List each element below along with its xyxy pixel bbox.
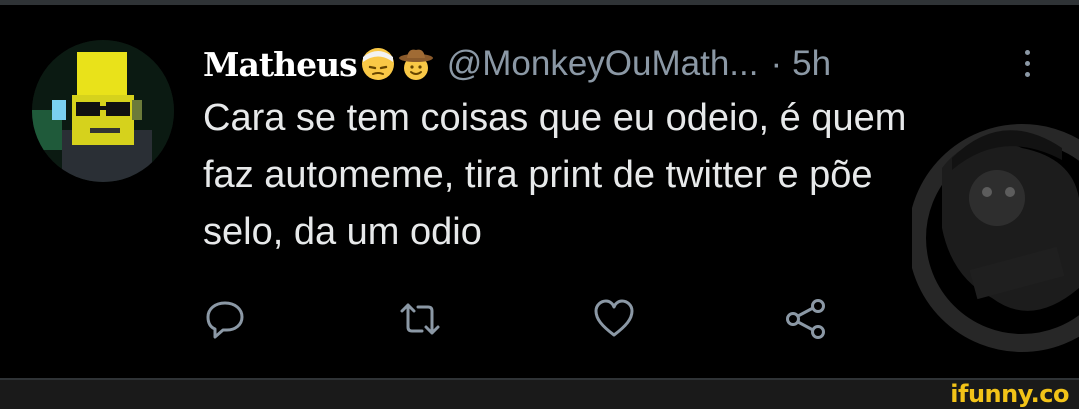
heart-icon	[594, 299, 634, 337]
separator-dot: ·	[770, 44, 783, 83]
reply-icon	[206, 301, 244, 339]
face-with-head-bandage-emoji	[361, 47, 395, 81]
avatar-image	[32, 40, 174, 182]
footer-divider	[0, 378, 1079, 380]
share-button[interactable]	[782, 297, 830, 345]
tweet-header: Matheus @MonkeyOuMath... · 5h	[203, 38, 1043, 90]
reply-button[interactable]	[203, 297, 251, 345]
tweet-time[interactable]: 5h	[792, 44, 831, 84]
retweet-button[interactable]	[396, 297, 444, 345]
display-name[interactable]: Matheus	[203, 45, 358, 84]
like-button[interactable]	[592, 297, 640, 345]
cowboy-hat-face-emoji	[398, 47, 433, 81]
avatar[interactable]	[32, 40, 174, 182]
footer-bar: ifunny.co	[0, 378, 1079, 409]
more-options-icon[interactable]	[1025, 50, 1031, 78]
tweet-actions	[203, 297, 843, 347]
monkey-stamp-watermark	[912, 124, 1079, 352]
top-divider	[0, 0, 1079, 5]
retweet-icon	[400, 303, 440, 335]
ifunny-watermark: ifunny.co	[950, 380, 1069, 408]
share-icon	[786, 299, 825, 339]
user-handle[interactable]: @MonkeyOuMath...	[447, 44, 759, 84]
tweet-text: Cara se tem coisas que eu odeio, é quem …	[203, 97, 907, 253]
